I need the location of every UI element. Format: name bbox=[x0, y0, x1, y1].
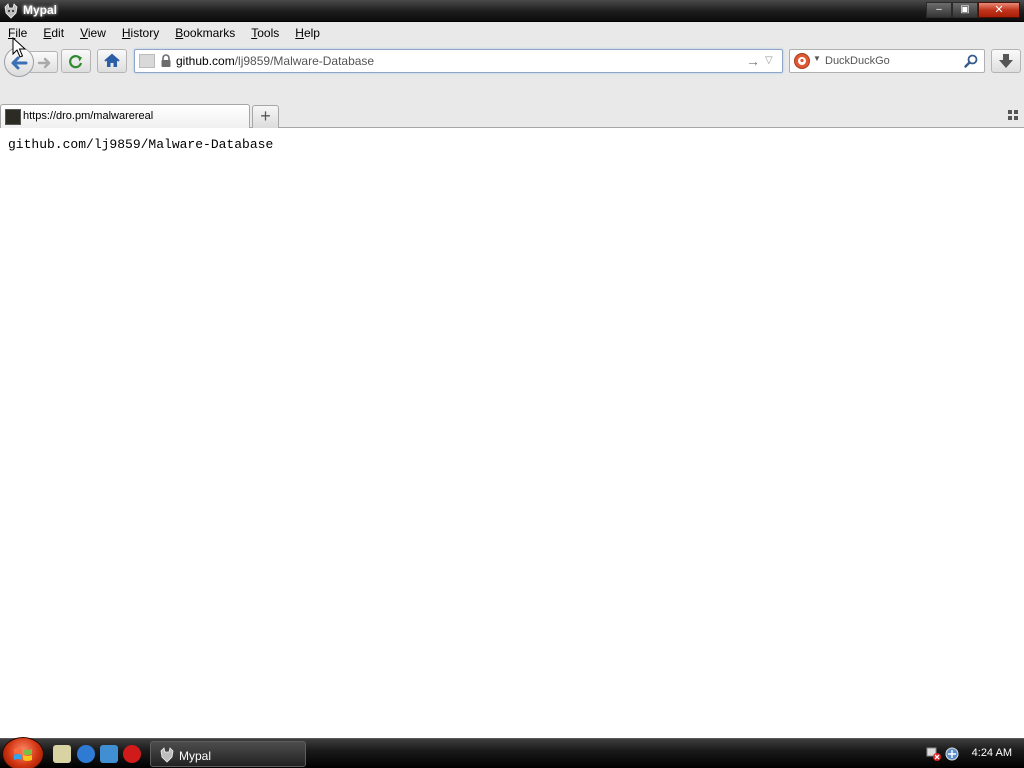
menu-view[interactable]: View bbox=[72, 22, 114, 44]
taskbar-mypal-button[interactable]: Mypal bbox=[150, 741, 306, 767]
navigation-toolbar: github.com/lj9859/Malware-Database → ▽ ▼… bbox=[0, 47, 1024, 77]
page-content[interactable]: github.com/lj9859/Malware-Database bbox=[0, 128, 1024, 738]
engine-dropdown-icon[interactable]: ▼ bbox=[813, 54, 821, 63]
home-button[interactable] bbox=[97, 49, 127, 73]
taskbar: Mypal 4:24 AM bbox=[0, 737, 1024, 768]
url-bar[interactable]: github.com/lj9859/Malware-Database → ▽ bbox=[134, 49, 783, 73]
menu-bar: File Edit View History Bookmarks Tools H… bbox=[0, 22, 1024, 44]
tab-favicon bbox=[5, 109, 21, 125]
url-host: github.com bbox=[176, 54, 235, 68]
close-button[interactable]: ✕ bbox=[978, 2, 1020, 18]
windows-logo-icon bbox=[14, 748, 32, 761]
reload-button[interactable] bbox=[61, 49, 91, 73]
start-button[interactable] bbox=[2, 737, 44, 768]
duckduckgo-engine-icon[interactable] bbox=[794, 53, 810, 69]
go-arrow-icon[interactable]: → bbox=[746, 53, 760, 69]
taskbar-label: Mypal bbox=[179, 749, 212, 763]
explorer-quicklaunch-icon[interactable] bbox=[100, 745, 118, 763]
mouse-cursor-icon bbox=[12, 37, 26, 58]
browser-chrome: File Edit View History Bookmarks Tools H… bbox=[0, 22, 1024, 128]
menu-history[interactable]: History bbox=[114, 22, 167, 44]
tab-title: https://dro.pm/malwarereal bbox=[23, 110, 154, 122]
reload-icon bbox=[69, 55, 83, 69]
tab-active[interactable]: https://dro.pm/malwarereal bbox=[0, 104, 250, 128]
window-controls: – ▣ ✕ bbox=[926, 2, 1020, 18]
tab-strip: https://dro.pm/malwarereal + bbox=[0, 104, 1024, 128]
url-path: /lj9859/Malware-Database bbox=[234, 54, 375, 68]
downloads-button[interactable] bbox=[991, 49, 1021, 73]
grid-icon[interactable] bbox=[1008, 110, 1018, 120]
site-identity-icon[interactable] bbox=[139, 54, 155, 68]
menu-help[interactable]: Help bbox=[287, 22, 328, 44]
mypal-app-icon bbox=[160, 747, 174, 763]
download-arrow-icon bbox=[999, 54, 1013, 68]
minimize-button[interactable]: – bbox=[926, 2, 952, 18]
magnifier-icon[interactable] bbox=[963, 53, 979, 69]
update-tray-icon[interactable] bbox=[944, 746, 960, 762]
opera-quicklaunch-icon[interactable] bbox=[123, 745, 141, 763]
title-bar[interactable]: Mypal – ▣ ✕ bbox=[0, 0, 1024, 22]
internet-explorer-quicklaunch-icon[interactable] bbox=[77, 745, 95, 763]
menu-tools[interactable]: Tools bbox=[243, 22, 287, 44]
network-tray-icon[interactable] bbox=[926, 746, 942, 762]
menu-edit[interactable]: Edit bbox=[35, 22, 72, 44]
new-tab-button[interactable]: + bbox=[252, 105, 279, 128]
page-body-text: github.com/lj9859/Malware-Database bbox=[8, 137, 274, 152]
search-placeholder: DuckDuckGo bbox=[825, 55, 890, 67]
system-clock[interactable]: 4:24 AM bbox=[972, 747, 1012, 759]
url-text: github.com/lj9859/Malware-Database bbox=[176, 54, 374, 68]
lock-icon bbox=[161, 54, 171, 67]
mypal-app-icon bbox=[4, 3, 18, 19]
restore-button[interactable]: ▣ bbox=[952, 2, 978, 18]
home-icon bbox=[104, 53, 120, 67]
url-dropmarker-icon[interactable]: ▽ bbox=[765, 53, 777, 69]
window-title: Mypal bbox=[23, 3, 58, 17]
notepad-quicklaunch-icon[interactable] bbox=[53, 745, 71, 763]
search-bar[interactable]: ▼ DuckDuckGo bbox=[789, 49, 985, 73]
menu-bookmarks[interactable]: Bookmarks bbox=[167, 22, 243, 44]
